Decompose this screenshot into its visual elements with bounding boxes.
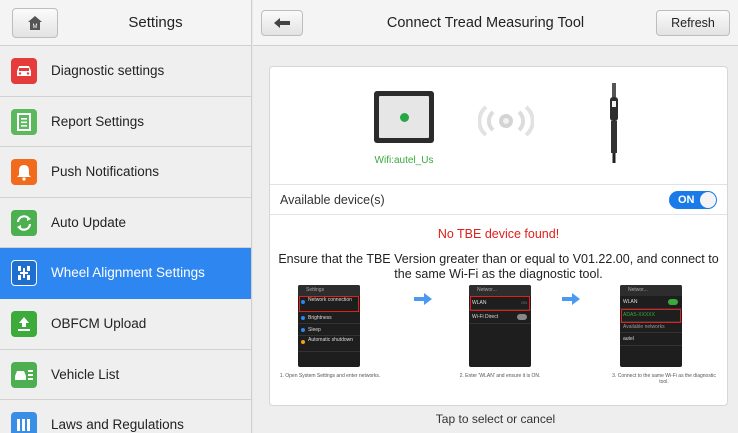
no-device-message: No TBE device found! (437, 227, 560, 241)
sidebar-item-laws-and-regulations[interactable]: Laws and Regulations (0, 400, 251, 433)
step1-screenshot: Settings Network connection Brightness S… (298, 285, 360, 367)
back-button[interactable] (261, 10, 303, 36)
svg-text:M: M (33, 24, 38, 30)
sidebar-item-push-notifications[interactable]: Push Notifications (0, 147, 251, 198)
back-arrow-icon (274, 18, 290, 28)
sidebar-item-label: Auto Update (51, 214, 127, 230)
bell-icon (11, 159, 37, 186)
phone3-row: Available networks (623, 324, 665, 330)
sidebar-item-wheel-alignment-settings[interactable]: Wheel Alignment Settings (0, 248, 251, 299)
car-icon (11, 58, 37, 84)
footer-hint: Tap to select or cancel (435, 412, 556, 426)
sidebar-item-auto-update[interactable]: Auto Update (0, 197, 251, 249)
phone2-header: Networ... (477, 287, 497, 293)
vehicle-list-icon (11, 361, 37, 388)
main-header: Connect Tread Measuring Tool Refresh (253, 0, 738, 46)
home-button[interactable]: M (12, 8, 58, 38)
sidebar-item-label: OBFCM Upload (51, 315, 147, 331)
refresh-button[interactable]: Refresh (656, 10, 730, 36)
sidebar-item-label: Report Settings (51, 113, 145, 129)
connect-card: Wifi:autel_Us Available device(s) ON No … (269, 66, 728, 406)
sidebar-item-label: Wheel Alignment Settings (51, 265, 205, 281)
step3-screenshot: Networ... WLAN ADAS-XXXXX Available netw… (620, 285, 682, 367)
refresh-icon (11, 209, 37, 236)
phone1-row: Brightness (308, 315, 332, 321)
phone1-row: Automatic shutdown (308, 337, 354, 343)
tablet-image (374, 91, 434, 143)
highlight-box (470, 296, 530, 311)
sidebar-item-obfcm-upload[interactable]: OBFCM Upload (0, 298, 251, 350)
available-devices-row: Available device(s) ON (270, 185, 727, 215)
step2-caption: 2. Enter 'WLAN' and ensure it is ON. (459, 373, 541, 379)
sidebar-item-label: Push Notifications (51, 164, 160, 180)
step2-screenshot: Networ... WLAN ON Wi-Fi Direct (469, 285, 531, 367)
step3-caption: 3. Connect to the same Wi-Fi as the diag… (612, 373, 716, 385)
phone3-row: autel (623, 336, 634, 342)
wheel-alignment-icon (11, 260, 37, 287)
settings-sidebar: M Settings Diagnostic settings Report Se… (0, 0, 252, 433)
phone1-row: Sleep (308, 327, 321, 333)
phone2-row: Wi-Fi Direct (472, 314, 499, 320)
instruction-text: Ensure that the TBE Version greater than… (278, 252, 719, 281)
available-devices-toggle[interactable]: ON (669, 191, 717, 209)
report-icon (11, 108, 37, 135)
sidebar-title: Settings (128, 14, 183, 31)
tread-measuring-tool-image (610, 83, 618, 163)
page-title: Connect Tread Measuring Tool (386, 15, 585, 31)
sidebar-item-vehicle-list[interactable]: Vehicle List (0, 349, 251, 401)
app-root: M Settings Diagnostic settings Report Se… (0, 0, 738, 433)
arrow-right-icon (414, 293, 432, 305)
sidebar-item-label: Diagnostic settings (51, 63, 165, 78)
step1-caption: 1. Open System Settings and enter networ… (279, 373, 381, 379)
instruction-steps: Settings Network connection Brightness S… (270, 285, 727, 395)
toggle-knob (700, 192, 716, 208)
phone1-header: Settings (306, 287, 325, 293)
arrow-right-icon (562, 293, 580, 305)
sidebar-item-report-settings[interactable]: Report Settings (0, 96, 251, 148)
wireless-signal-icon (478, 105, 534, 137)
sidebar-item-label: Laws and Regulations (51, 417, 184, 433)
sidebar-item-label: Vehicle List (51, 366, 120, 382)
available-devices-label: Available device(s) (280, 193, 385, 207)
phone3-row: WLAN (623, 299, 638, 305)
sidebar-header: M Settings (0, 0, 251, 46)
phone3-header: Networ... (628, 287, 648, 293)
highlight-box (299, 296, 359, 312)
laws-icon (11, 412, 37, 433)
connection-dot-icon (399, 112, 409, 122)
upload-icon (11, 310, 37, 337)
highlight-box (621, 309, 681, 323)
wifi-label: Wifi:autel_Us (374, 155, 434, 166)
main-panel: Connect Tread Measuring Tool Refresh Wif… (253, 0, 738, 433)
sidebar-item-diagnostic-settings[interactable]: Diagnostic settings (0, 46, 251, 97)
toggle-label: ON (678, 194, 695, 206)
home-icon: M (28, 16, 42, 30)
connection-illustration: Wifi:autel_Us (270, 67, 727, 185)
